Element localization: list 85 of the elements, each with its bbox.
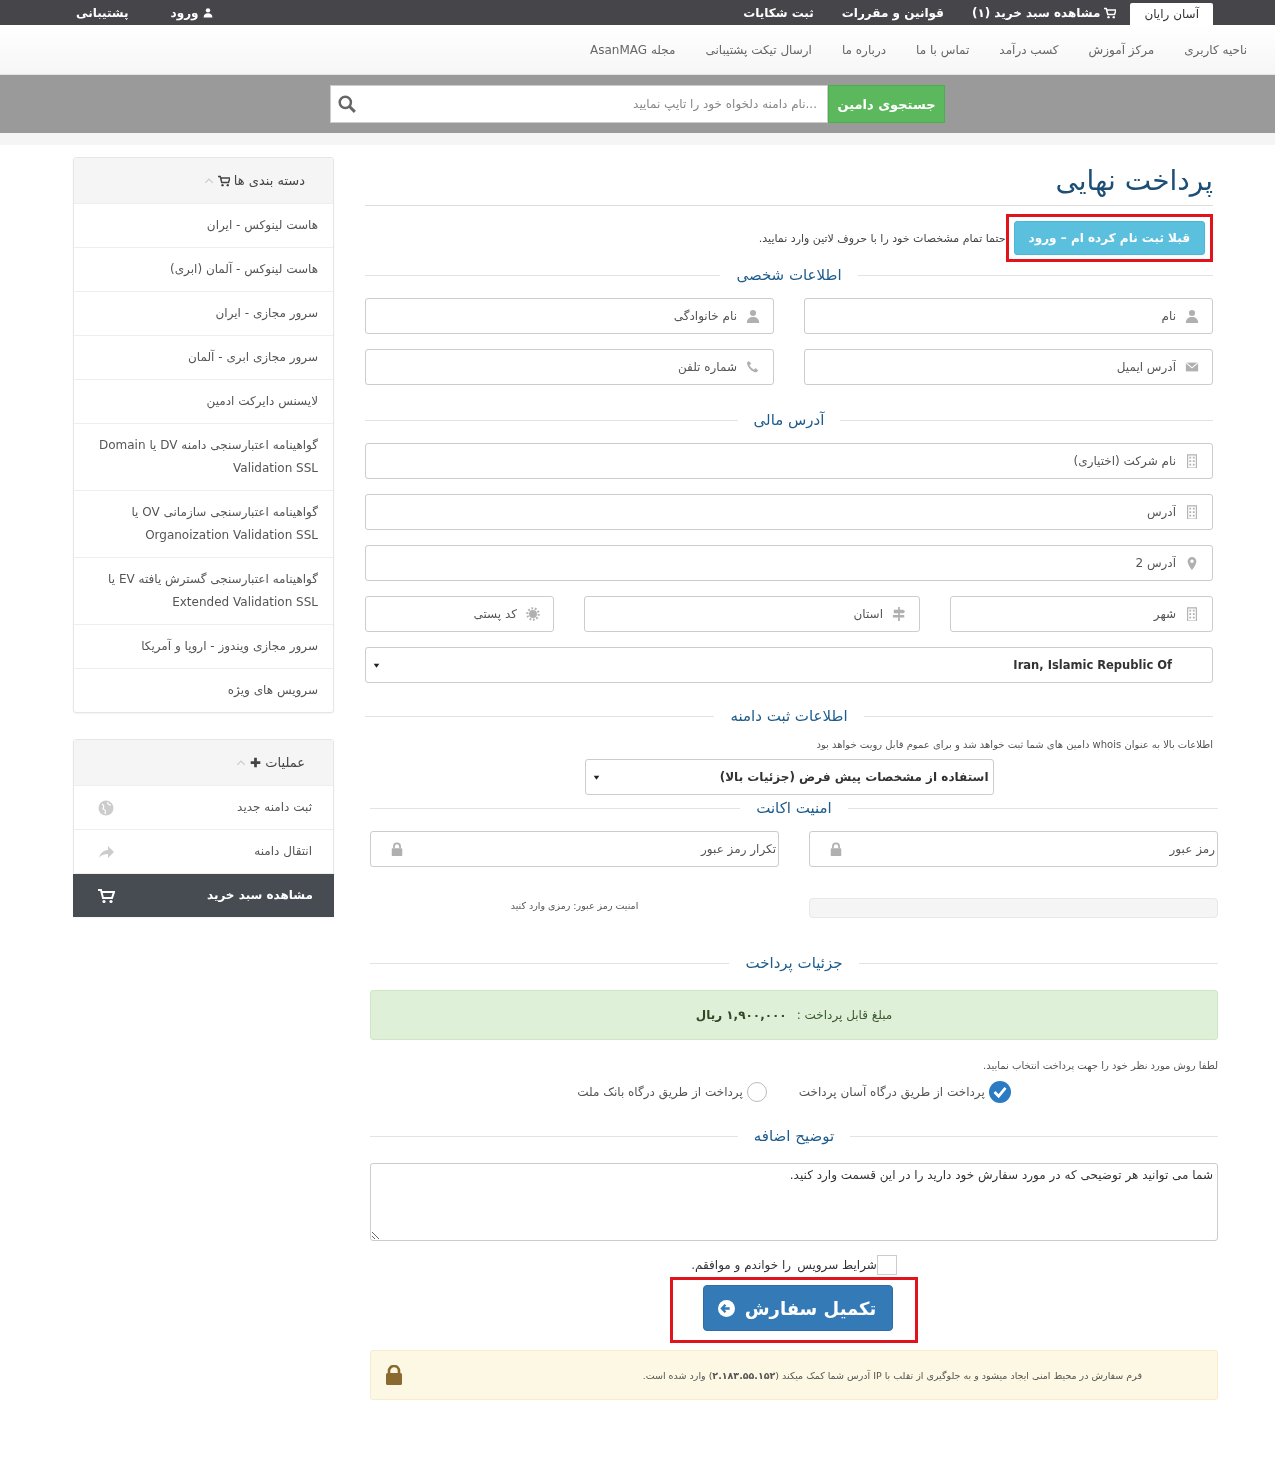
arrow-circle-icon — [717, 1299, 735, 1317]
latin-note: حتما تمام مشخصات خود را با حروف لاتین وارد نمایید. — [758, 231, 1006, 245]
padlock-icon — [385, 1365, 403, 1385]
submit-order-button[interactable]: تکمیل سفارش — [702, 1285, 894, 1331]
cart-icon — [217, 174, 230, 187]
top-tab[interactable]: ثبت شکایات — [729, 0, 828, 25]
input-field[interactable]: کد پستی — [365, 596, 554, 632]
top-tab[interactable]: آسان رایان — [1130, 3, 1213, 25]
contact-select[interactable]: استفاده از مشخصات پیش فرض (جزئیات بالا) — [584, 759, 994, 795]
nav-link[interactable]: ارسال تیکت پشتیبانی — [705, 42, 812, 57]
sidebar-item[interactable]: سرور مجازی ابری - آلمان — [74, 335, 333, 379]
security-notice: فرم سفارش در محیط امنی ایجاد میشود و به جلوگیری از تقلب با IP آدرس شما کمک میکند (۲.۱۸۳.۵۵.۱۵۲) وارد شده است. — [642, 1369, 1142, 1381]
support-link[interactable]: پشتیبانی — [62, 0, 143, 25]
amount-label: مبلغ قابل پرداخت : — [796, 1008, 893, 1022]
search-icon — [338, 95, 356, 113]
sidebar-item[interactable]: گواهینامه اعتبارسنجی دامنه DV یا Domain Validation SSL — [74, 423, 333, 490]
top-tab[interactable]: مشاهده سبد خرید (۱) — [957, 0, 1131, 25]
signpost-icon — [892, 607, 906, 621]
country-select[interactable]: Iran, Islamic Republic Of — [365, 647, 1213, 683]
sidebar-item[interactable]: سرویس های ویژه — [74, 668, 333, 712]
input-field[interactable]: استان — [584, 596, 920, 632]
sidebar-item[interactable]: سرور مجازی ویندوز - اروپا و آمریکا — [74, 624, 333, 668]
payment-instruction: لطفا روش مورد نظر خود را جهت پرداخت انتخاب نمایید. — [981, 1060, 1218, 1071]
sidebar-item[interactable]: گواهینامه اعتبارسنجی گسترش یافته EV یا Extended Validation SSL — [74, 557, 333, 624]
sidebar-action[interactable]: مشاهده سبد خرید — [73, 873, 334, 917]
terms-checkbox[interactable] — [876, 1255, 897, 1275]
building-icon — [1185, 607, 1199, 621]
plus-icon — [250, 757, 262, 768]
input-field[interactable]: نام خانوادگی — [365, 298, 774, 334]
nav-link[interactable]: مرکز آموزش — [1088, 42, 1155, 57]
cog-icon — [526, 607, 540, 621]
input-field[interactable]: شماره تلفن — [365, 349, 774, 385]
nav-link[interactable]: مجله AsanMAG — [590, 42, 676, 57]
whois-note: اطلاعات بالا به عنوان whois دامین های شما ثبت خواهد شد و برای عموم قابل رویت خواهد بود — [815, 739, 1213, 750]
envelope-icon — [1185, 360, 1199, 374]
building-icon — [1185, 454, 1199, 468]
nav-link[interactable]: درباره ما — [841, 42, 887, 57]
sidebar-item[interactable]: لایسنس دایرکت ادمین — [74, 379, 333, 423]
sidebar-item[interactable]: گواهینامه اعتبارسنجی سازمانی OV یا Organoization Validation SSL — [74, 490, 333, 557]
sidebar-item[interactable]: هاست لینوکس - ایران — [74, 204, 333, 247]
terms-link[interactable]: شرایط سرویس — [797, 1258, 877, 1272]
input-field[interactable]: نام — [804, 298, 1213, 334]
input-field[interactable]: نام شرکت (اختیاری) — [365, 443, 1213, 479]
input-field[interactable]: رمز عبور — [809, 831, 1218, 867]
section-title: اطلاعات ثبت دامنه — [730, 707, 848, 725]
user-icon — [746, 309, 760, 323]
panel-title: دسته بندی ها — [233, 173, 305, 188]
top-tab[interactable]: قوانین و مقررات — [827, 0, 958, 25]
input-field[interactable]: آدرس — [365, 494, 1213, 530]
phone-icon — [746, 360, 760, 374]
user-icon — [202, 7, 213, 18]
section-title: آدرس مالی — [753, 411, 825, 429]
payment-option[interactable]: پرداخت از طریق درگاه آسان پرداخت — [798, 1081, 1011, 1103]
section-title: جزئیات پرداخت — [745, 954, 843, 972]
lock-icon — [390, 842, 404, 856]
sidebar-action[interactable]: ثبت دامنه جدید — [74, 786, 333, 829]
map-pin-icon — [1185, 556, 1199, 570]
panel-title: عملیات — [265, 755, 305, 770]
domain-search-field[interactable]: ...نام دامنه دلخواه خود را تایپ نمایید — [330, 85, 828, 123]
terms-text: را خواندم و موافقم. — [691, 1258, 792, 1272]
section-title: امنیت اکانت — [756, 799, 832, 817]
nav-link[interactable]: تماس با ما — [916, 42, 970, 57]
cart-icon — [1104, 6, 1117, 19]
page-title: پرداخت نهایی — [365, 163, 1213, 206]
strength-text: امنیت رمز عبور: رمزی وارد کنید — [510, 900, 639, 911]
nav-link[interactable]: کسب درآمد — [999, 42, 1059, 57]
input-field[interactable]: تکرار رمز عبور — [370, 831, 779, 867]
notes-field[interactable]: شما می توانید هر توضیحی که در مورد سفارش خود دارید را در این قسمت وارد کنید. — [370, 1163, 1218, 1241]
payment-option[interactable]: پرداخت از طریق درگاه بانک ملت — [577, 1081, 767, 1103]
nav-link[interactable]: ناحیه کاربری — [1184, 42, 1247, 57]
lock-icon — [829, 842, 843, 856]
sidebar-item[interactable]: سرور مجازی - ایران — [74, 291, 333, 335]
globe-icon — [98, 799, 114, 816]
input-field[interactable]: شهر — [950, 596, 1213, 632]
login-link[interactable]: ورود — [156, 0, 227, 25]
input-field[interactable]: آدرس 2 — [365, 545, 1213, 581]
user-icon — [1185, 309, 1199, 323]
share-arrow-icon — [98, 843, 114, 860]
building-icon — [1185, 505, 1199, 519]
section-title: توضیح اضافه — [753, 1127, 835, 1145]
sidebar-item[interactable]: هاست لینوکس - آلمان (ابری) — [74, 247, 333, 291]
amount-value: ۱,۹۰۰,۰۰۰ ریال — [695, 1008, 787, 1022]
section-title: اطلاعات شخصی — [736, 266, 842, 284]
input-field[interactable]: آدرس ایمیل — [804, 349, 1213, 385]
cart-icon — [97, 887, 115, 904]
